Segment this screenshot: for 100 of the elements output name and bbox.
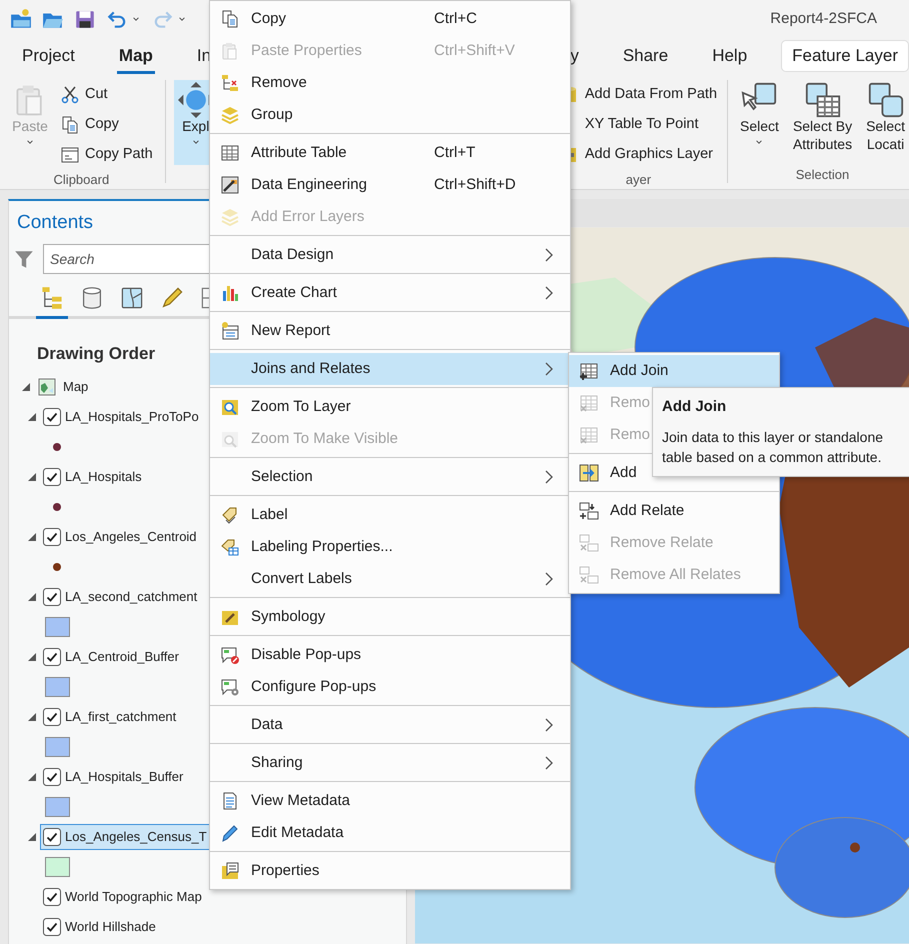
popup-disable-icon bbox=[220, 645, 240, 665]
checkbox[interactable] bbox=[43, 918, 61, 936]
expander-icon[interactable] bbox=[27, 712, 37, 722]
map-table-icon bbox=[804, 82, 840, 118]
window-title: Report4-2SFCA bbox=[770, 8, 877, 29]
table-remove-icon bbox=[579, 393, 599, 413]
ribbon-button[interactable]: Select By Attributes bbox=[788, 80, 856, 165]
menu-item[interactable]: View Metadata bbox=[210, 785, 570, 817]
layer-name[interactable]: LA_Hospitals_Buffer bbox=[65, 767, 186, 787]
expander-icon[interactable] bbox=[27, 772, 37, 782]
layer-name[interactable]: Los_Angeles_Census_T bbox=[65, 827, 209, 847]
checkbox[interactable] bbox=[43, 588, 61, 606]
pencil-icon bbox=[160, 286, 184, 310]
checkbox[interactable] bbox=[43, 888, 61, 906]
layer-name[interactable]: Los_Angeles_Centroid bbox=[65, 527, 199, 547]
scissors-icon bbox=[60, 85, 80, 105]
tooltip-title: Add Join bbox=[662, 397, 728, 417]
map-icon bbox=[37, 377, 57, 397]
menu-item[interactable]: Selection bbox=[210, 461, 570, 493]
copy-icon bbox=[220, 9, 240, 29]
menu-item[interactable]: Add Relate bbox=[569, 495, 688, 527]
window-icon bbox=[60, 145, 80, 165]
table-plus-icon bbox=[579, 361, 599, 381]
layer-name[interactable]: LA_first_catchment bbox=[65, 707, 178, 727]
layer-name[interactable]: LA_Hospitals_ProToPo bbox=[65, 407, 201, 427]
expander-icon[interactable] bbox=[27, 412, 37, 422]
pane-title: Contents bbox=[16, 211, 94, 235]
expander-icon[interactable] bbox=[27, 832, 37, 842]
checkbox[interactable] bbox=[43, 768, 61, 786]
group-label: Clipboard bbox=[52, 171, 110, 188]
ribbon-tab[interactable]: Help bbox=[710, 38, 750, 74]
menu-item[interactable]: Create Chart bbox=[210, 277, 570, 309]
zoom-icon bbox=[220, 429, 240, 449]
tooltip-text: Join data to this layer or standalone table based on a common attribute. bbox=[662, 428, 884, 467]
menu-item[interactable]: Data Engineering Ctrl+Shift+D bbox=[210, 169, 570, 201]
copy-icon bbox=[60, 115, 80, 135]
table-icon bbox=[220, 143, 240, 163]
layer-name[interactable]: Map bbox=[63, 377, 90, 397]
menu-item[interactable]: Joins and Relates bbox=[210, 353, 570, 385]
folder-icon[interactable] bbox=[10, 8, 32, 30]
menu-item[interactable]: New Report bbox=[210, 315, 570, 347]
menu-item[interactable]: Disable Pop-ups bbox=[210, 639, 570, 671]
menu-item[interactable]: Data bbox=[210, 709, 570, 741]
table-remove-icon bbox=[579, 425, 599, 445]
map-icon bbox=[120, 286, 144, 310]
tag-table-icon bbox=[220, 537, 240, 557]
layer-name[interactable]: LA_second_catchment bbox=[65, 587, 200, 607]
ribbon-tab[interactable]: y bbox=[568, 38, 581, 74]
menu-item[interactable]: Label bbox=[210, 499, 570, 531]
pencil-icon bbox=[220, 823, 240, 843]
ribbon-tab[interactable]: Share bbox=[620, 38, 670, 74]
layer-name[interactable]: LA_Centroid_Buffer bbox=[65, 647, 181, 667]
expander-icon[interactable] bbox=[27, 652, 37, 662]
layer-name[interactable]: World Hillshade bbox=[65, 917, 158, 937]
relate-remove-icon bbox=[579, 565, 599, 585]
ribbon-button[interactable]: Cut bbox=[58, 80, 155, 110]
expander-icon[interactable] bbox=[21, 382, 31, 392]
ribbon-tab[interactable]: Feature Layer bbox=[781, 40, 909, 72]
menu-item[interactable]: Convert Labels bbox=[210, 563, 570, 595]
expander-icon[interactable] bbox=[27, 472, 37, 482]
group-label: ayer bbox=[624, 171, 652, 188]
layers-icon bbox=[220, 105, 240, 125]
database-icon bbox=[80, 286, 104, 310]
zoom-icon bbox=[220, 397, 240, 417]
bar-chart-icon bbox=[220, 283, 240, 303]
menu-item[interactable]: Add bbox=[569, 457, 641, 489]
layer-name[interactable]: World Topographic Map bbox=[65, 887, 204, 907]
menu-item[interactable]: Configure Pop-ups bbox=[210, 671, 570, 703]
menu-item[interactable]: Properties bbox=[210, 855, 570, 887]
layer-name[interactable]: LA_Hospitals bbox=[65, 467, 144, 487]
relate-remove-icon bbox=[579, 533, 599, 553]
menu-item[interactable]: Labeling Properties... bbox=[210, 531, 570, 563]
checkbox[interactable] bbox=[43, 708, 61, 726]
popup-gear-icon bbox=[220, 677, 240, 697]
ribbon-button[interactable]: Copy bbox=[58, 110, 155, 140]
ribbon-button[interactable]: Copy Path bbox=[58, 140, 155, 170]
expander-icon[interactable] bbox=[27, 532, 37, 542]
checkbox[interactable] bbox=[43, 468, 61, 486]
menu-item[interactable]: Copy Ctrl+C bbox=[210, 3, 570, 35]
menu-item[interactable]: Symbology bbox=[210, 601, 570, 633]
checkbox[interactable] bbox=[43, 648, 61, 666]
checkbox[interactable] bbox=[43, 408, 61, 426]
ribbon-button[interactable]: Select Locati bbox=[862, 80, 909, 165]
checkbox[interactable] bbox=[43, 528, 61, 546]
layers-icon bbox=[220, 207, 240, 227]
ribbon-tab[interactable]: Project bbox=[20, 38, 77, 74]
report-icon bbox=[220, 321, 240, 341]
checkbox[interactable] bbox=[43, 828, 61, 846]
engineering-icon bbox=[220, 175, 240, 195]
menu-item[interactable]: Sharing bbox=[210, 747, 570, 779]
relate-icon bbox=[579, 501, 599, 521]
properties-icon bbox=[220, 861, 240, 881]
layer-tree-icon bbox=[40, 286, 64, 310]
group-label: Selection bbox=[794, 166, 850, 183]
menu-item[interactable]: Edit Metadata bbox=[210, 817, 570, 849]
remove-layer-icon bbox=[220, 73, 240, 93]
section-heading: Drawing Order bbox=[36, 342, 156, 365]
ribbon-button[interactable]: Select bbox=[736, 80, 783, 165]
menu-item[interactable]: Add Join bbox=[569, 355, 779, 387]
expander-icon[interactable] bbox=[27, 592, 37, 602]
